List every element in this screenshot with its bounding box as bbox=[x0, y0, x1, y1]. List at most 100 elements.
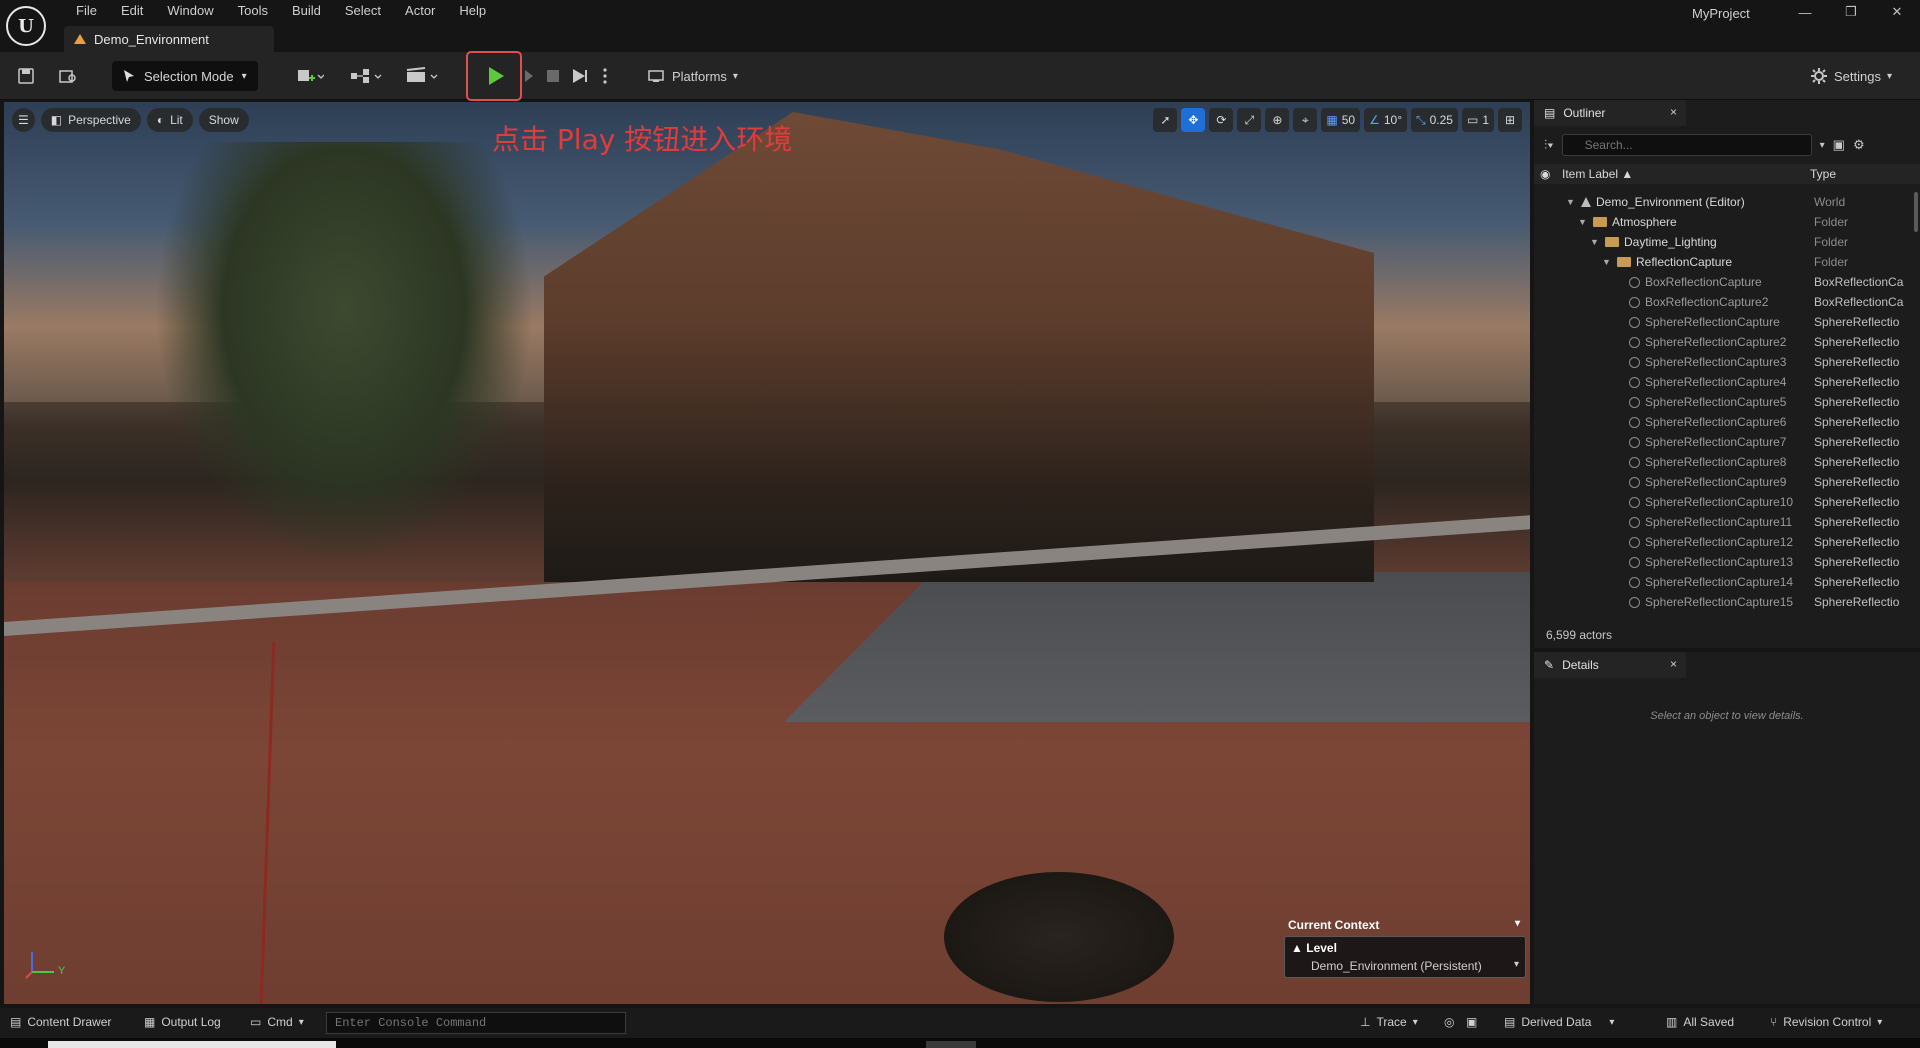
outliner-row[interactable]: SphereReflectionCapture11 SphereReflectio bbox=[1534, 512, 1914, 532]
unreal-logo-icon[interactable]: U bbox=[6, 6, 46, 46]
outliner-row[interactable]: SphereReflectionCapture10 SphereReflectio bbox=[1534, 492, 1914, 512]
platforms-dropdown[interactable]: Platforms ▾ bbox=[648, 64, 738, 88]
menu-file[interactable]: File bbox=[64, 0, 109, 22]
add-folder-icon[interactable]: ▣ bbox=[1833, 137, 1845, 153]
console-command-input[interactable] bbox=[326, 1012, 626, 1034]
outliner-row[interactable]: SphereReflectionCapture15 SphereReflectio bbox=[1534, 592, 1914, 612]
minimize-button[interactable]: — bbox=[1782, 0, 1828, 24]
outliner-row[interactable]: ▼ Atmosphere Folder bbox=[1534, 212, 1914, 232]
restore-button[interactable]: ❐ bbox=[1828, 0, 1874, 24]
show-button[interactable]: Show bbox=[198, 108, 249, 132]
grid-snap-button[interactable]: ▦ 50 bbox=[1321, 108, 1361, 132]
outliner-row[interactable]: ▼ Demo_Environment (Editor) World bbox=[1534, 192, 1914, 212]
browse-icon[interactable] bbox=[56, 64, 80, 88]
visibility-eye-icon[interactable]: ◉ bbox=[1540, 167, 1550, 181]
revision-control-dropdown[interactable]: ⑂ Revision Control ▾ bbox=[1770, 1015, 1882, 1029]
outliner-tab[interactable]: ▤ Outliner bbox=[1534, 100, 1686, 126]
all-saved-button[interactable]: ▥ All Saved bbox=[1666, 1015, 1734, 1029]
menu-window[interactable]: Window bbox=[155, 0, 225, 22]
chevron-down-icon[interactable]: ▾ bbox=[1820, 140, 1825, 151]
menu-build[interactable]: Build bbox=[280, 0, 333, 22]
save-icon[interactable] bbox=[14, 64, 38, 88]
viewport-tree bbox=[154, 142, 534, 562]
outliner-row[interactable]: SphereReflectionCapture4 SphereReflectio bbox=[1534, 372, 1914, 392]
item-label-column[interactable]: Item Label ▲ bbox=[1562, 167, 1633, 181]
details-close-button[interactable]: × bbox=[1670, 657, 1677, 671]
add-actor-icon[interactable] bbox=[292, 64, 328, 88]
context-level-dropdown[interactable]: Demo_Environment (Persistent) ▾ bbox=[1291, 959, 1519, 973]
trace-dropdown[interactable]: ⊥ Trace ▾ bbox=[1360, 1015, 1418, 1029]
outliner-row[interactable]: SphereReflectionCapture14 SphereReflectio bbox=[1534, 572, 1914, 592]
screenshot-icon[interactable]: ▣ bbox=[1466, 1015, 1477, 1029]
outliner-row[interactable]: SphereReflectionCapture5 SphereReflectio bbox=[1534, 392, 1914, 412]
cmd-dropdown[interactable]: ▭ Cmd ▾ bbox=[250, 1015, 304, 1029]
outliner-row[interactable]: SphereReflectionCapture2 SphereReflectio bbox=[1534, 332, 1914, 352]
perspective-button[interactable]: ◧ Perspective bbox=[40, 108, 141, 132]
translate-tool-icon[interactable]: ✥ bbox=[1181, 108, 1206, 132]
content-drawer-button[interactable]: ▤ Content Drawer bbox=[10, 1015, 111, 1029]
world-space-icon[interactable]: ⊕ bbox=[1265, 108, 1290, 132]
outliner-row[interactable]: SphereReflectionCapture6 SphereReflectio bbox=[1534, 412, 1914, 432]
taskbar-app[interactable] bbox=[926, 1041, 976, 1048]
expand-caret-icon[interactable]: ▼ bbox=[1602, 257, 1612, 267]
viewport-menu-button[interactable]: ☰ bbox=[12, 108, 35, 132]
reflection-capture-icon bbox=[1629, 316, 1640, 328]
expand-caret-icon[interactable]: ▼ bbox=[1590, 237, 1600, 247]
layout-icon[interactable]: ⊞ bbox=[1498, 108, 1522, 132]
menu-edit[interactable]: Edit bbox=[109, 0, 155, 22]
play-icon[interactable] bbox=[484, 64, 508, 88]
expand-caret-icon[interactable]: ▼ bbox=[1578, 217, 1588, 227]
cinematics-icon[interactable] bbox=[402, 64, 442, 88]
outliner-tree: ▼ Demo_Environment (Editor) World ▼ Atmosphe… bbox=[1534, 192, 1914, 612]
output-log-button[interactable]: ▦ Output Log bbox=[144, 1015, 221, 1029]
eject-icon[interactable] bbox=[568, 64, 592, 88]
play-options-icon[interactable] bbox=[520, 64, 538, 88]
taskbar-search[interactable] bbox=[48, 1041, 336, 1048]
outliner-row[interactable]: SphereReflectionCapture SphereReflectio bbox=[1534, 312, 1914, 332]
outliner-row[interactable]: ▼ Daytime_Lighting Folder bbox=[1534, 232, 1914, 252]
record-icon[interactable]: ◎ bbox=[1444, 1015, 1454, 1029]
outliner-row[interactable]: SphereReflectionCapture7 SphereReflectio bbox=[1534, 432, 1914, 452]
outliner-row[interactable]: SphereReflectionCapture8 SphereReflectio bbox=[1534, 452, 1914, 472]
details-tab[interactable]: ✎ Details bbox=[1534, 652, 1686, 678]
document-tab[interactable]: Demo_Environment bbox=[64, 26, 274, 52]
outliner-scrollbar[interactable] bbox=[1914, 192, 1918, 232]
outliner-row[interactable]: SphereReflectionCapture3 SphereReflectio bbox=[1534, 352, 1914, 372]
selection-mode-dropdown[interactable]: Selection Mode ▾ bbox=[112, 61, 258, 91]
outliner-row[interactable]: BoxReflectionCapture BoxReflectionCa bbox=[1534, 272, 1914, 292]
level-viewport[interactable]: ☰ ◧ Perspective ◐ Lit Show 点击 Play 按钮进入环… bbox=[4, 102, 1530, 1004]
close-button[interactable]: ✕ bbox=[1874, 0, 1920, 24]
lit-button[interactable]: ◐ Lit bbox=[146, 108, 193, 132]
select-tool-icon[interactable]: ➚ bbox=[1153, 108, 1178, 132]
outliner-close-button[interactable]: × bbox=[1670, 105, 1677, 119]
camera-speed-button[interactable]: ▭ 1 bbox=[1461, 108, 1494, 132]
chevron-down-icon: ▾ bbox=[1886, 70, 1893, 82]
scale-tool-icon[interactable]: ⤢ bbox=[1237, 108, 1262, 132]
rotate-tool-icon[interactable]: ⟳ bbox=[1209, 108, 1234, 132]
rotation-snap-button[interactable]: ∠ 10° bbox=[1364, 108, 1407, 132]
outliner-row[interactable]: SphereReflectionCapture13 SphereReflectio bbox=[1534, 552, 1914, 572]
filter-icon[interactable]: ⫶▾ bbox=[1544, 137, 1554, 153]
outliner-row[interactable]: ▼ ReflectionCapture Folder bbox=[1534, 252, 1914, 272]
menu-actor[interactable]: Actor bbox=[393, 0, 447, 22]
outliner-row[interactable]: BoxReflectionCapture2 BoxReflectionCa bbox=[1534, 292, 1914, 312]
menu-tools[interactable]: Tools bbox=[226, 0, 280, 22]
settings-dropdown[interactable]: Settings ▾ bbox=[1810, 64, 1892, 88]
more-options-icon[interactable] bbox=[600, 64, 610, 88]
axis-y-label: Y bbox=[58, 965, 66, 977]
surface-snap-icon[interactable]: ⌖ bbox=[1293, 108, 1318, 132]
blueprint-icon[interactable] bbox=[346, 64, 386, 88]
scale-snap-button[interactable]: ⤡ 0.25 bbox=[1411, 108, 1458, 132]
type-column[interactable]: Type bbox=[1810, 167, 1836, 181]
expand-caret-icon[interactable]: ▼ bbox=[1566, 197, 1576, 207]
outliner-search-input[interactable] bbox=[1561, 134, 1812, 156]
menu-select[interactable]: Select bbox=[333, 0, 393, 22]
stop-icon[interactable] bbox=[542, 64, 564, 88]
menu-help[interactable]: Help bbox=[447, 0, 498, 22]
outliner-row[interactable]: SphereReflectionCapture12 SphereReflectio bbox=[1534, 532, 1914, 552]
gear-icon[interactable]: ⚙ bbox=[1853, 137, 1865, 153]
derived-data-dropdown[interactable]: ▤ Derived Data ▾ bbox=[1504, 1015, 1614, 1029]
folder-icon bbox=[1617, 257, 1631, 267]
outliner-row[interactable]: SphereReflectionCapture9 SphereReflectio bbox=[1534, 472, 1914, 492]
context-title-row[interactable]: Current Context ▾ bbox=[1282, 912, 1526, 936]
